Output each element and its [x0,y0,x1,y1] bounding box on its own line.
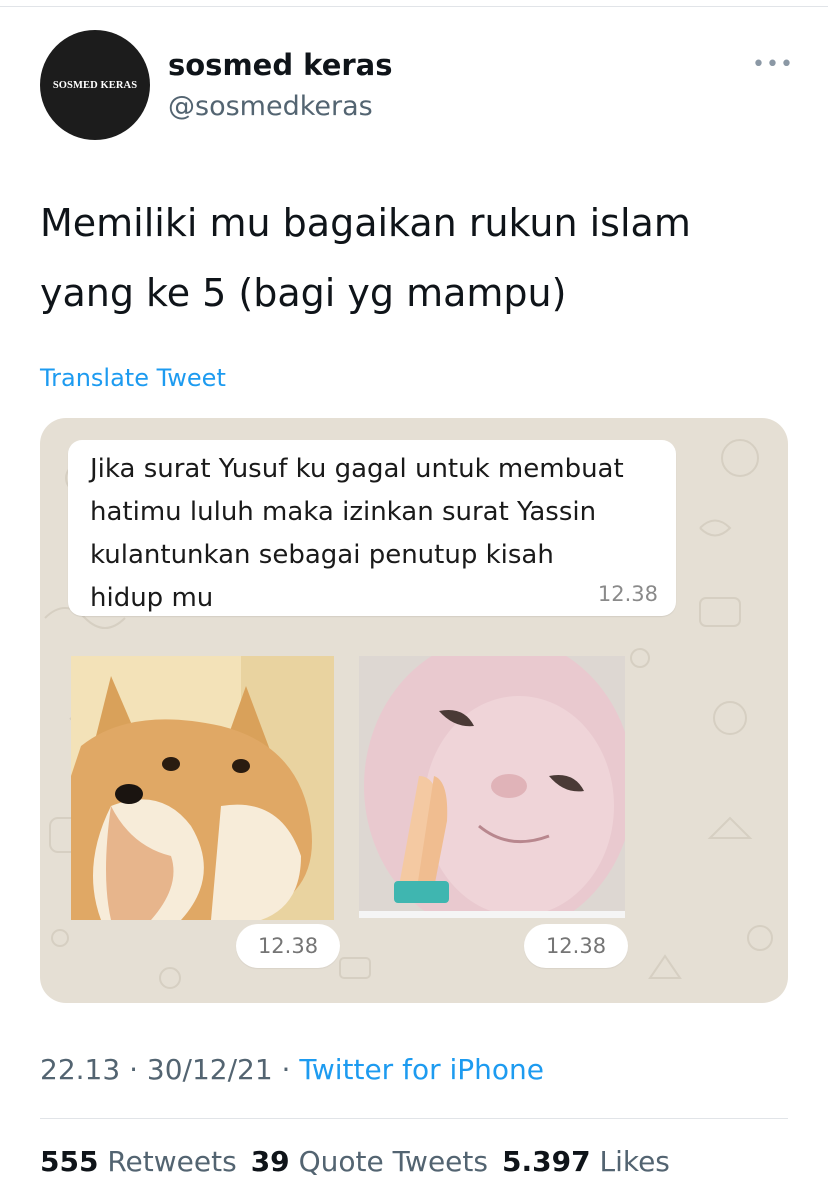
translate-tweet-link[interactable]: Translate Tweet [40,364,226,392]
quote-tweets-label: Quote Tweets [298,1145,488,1178]
likes-label: Likes [599,1145,670,1178]
tweet-stats: 555 Retweets 39 Quote Tweets 5.397 Likes [40,1145,670,1178]
avatar-text: SOSMED KERAS [52,79,138,91]
stats-divider [40,1118,788,1119]
doge-sticker-image [71,656,334,920]
display-name[interactable]: sosmed keras [168,48,393,82]
chat-message-line: Jika surat Yusuf ku gagal untuk membuat [90,454,624,484]
avatar[interactable]: SOSMED KERAS [40,30,150,140]
meta-separator: · [120,1053,147,1086]
chat-message-line: hidup mu [90,583,214,613]
chat-message-text: Jika surat Yusuf ku gagal untuk membuat … [90,448,650,620]
chat-message-time: 12.38 [597,582,658,606]
tweet-meta: 22.13 · 30/12/21 · Twitter for iPhone [40,1053,544,1086]
top-divider [0,6,828,7]
retweets-stat[interactable]: 555 Retweets [40,1145,237,1178]
more-horizontal-icon[interactable]: ••• [752,52,794,77]
likes-stat[interactable]: 5.397 Likes [502,1145,670,1178]
quote-tweets-stat[interactable]: 39 Quote Tweets [251,1145,488,1178]
retweets-label: Retweets [107,1145,237,1178]
chat-message-line: kulantunkan sebagai penutup kisah [90,540,554,570]
tweet-media-image[interactable]: Jika surat Yusuf ku gagal untuk membuat … [40,418,788,1003]
meta-separator: · [272,1053,300,1086]
tweet-text: Memiliki mu bagaikan rukun islam yang ke… [40,188,780,328]
image-time-badge: 12.38 [236,924,340,968]
tweet-text-line: yang ke 5 (bagi yg mampu) [40,271,567,315]
quote-tweets-count: 39 [250,1145,290,1178]
tweet-text-line: Memiliki mu bagaikan rukun islam [40,201,691,245]
likes-count: 5.397 [501,1145,591,1178]
cat-sticker-image [359,656,625,918]
tweet-time: 22.13 [40,1053,121,1086]
retweets-count: 555 [40,1145,99,1178]
chat-message-bubble: Jika surat Yusuf ku gagal untuk membuat … [68,440,676,616]
tweet-date: 30/12/21 [146,1053,273,1086]
chat-message-line: hatimu luluh maka izinkan surat Yassin [90,497,597,527]
user-handle[interactable]: @sosmedkeras [168,91,373,122]
image-time-badge: 12.38 [524,924,628,968]
tweet-source-link[interactable]: Twitter for iPhone [299,1053,544,1086]
